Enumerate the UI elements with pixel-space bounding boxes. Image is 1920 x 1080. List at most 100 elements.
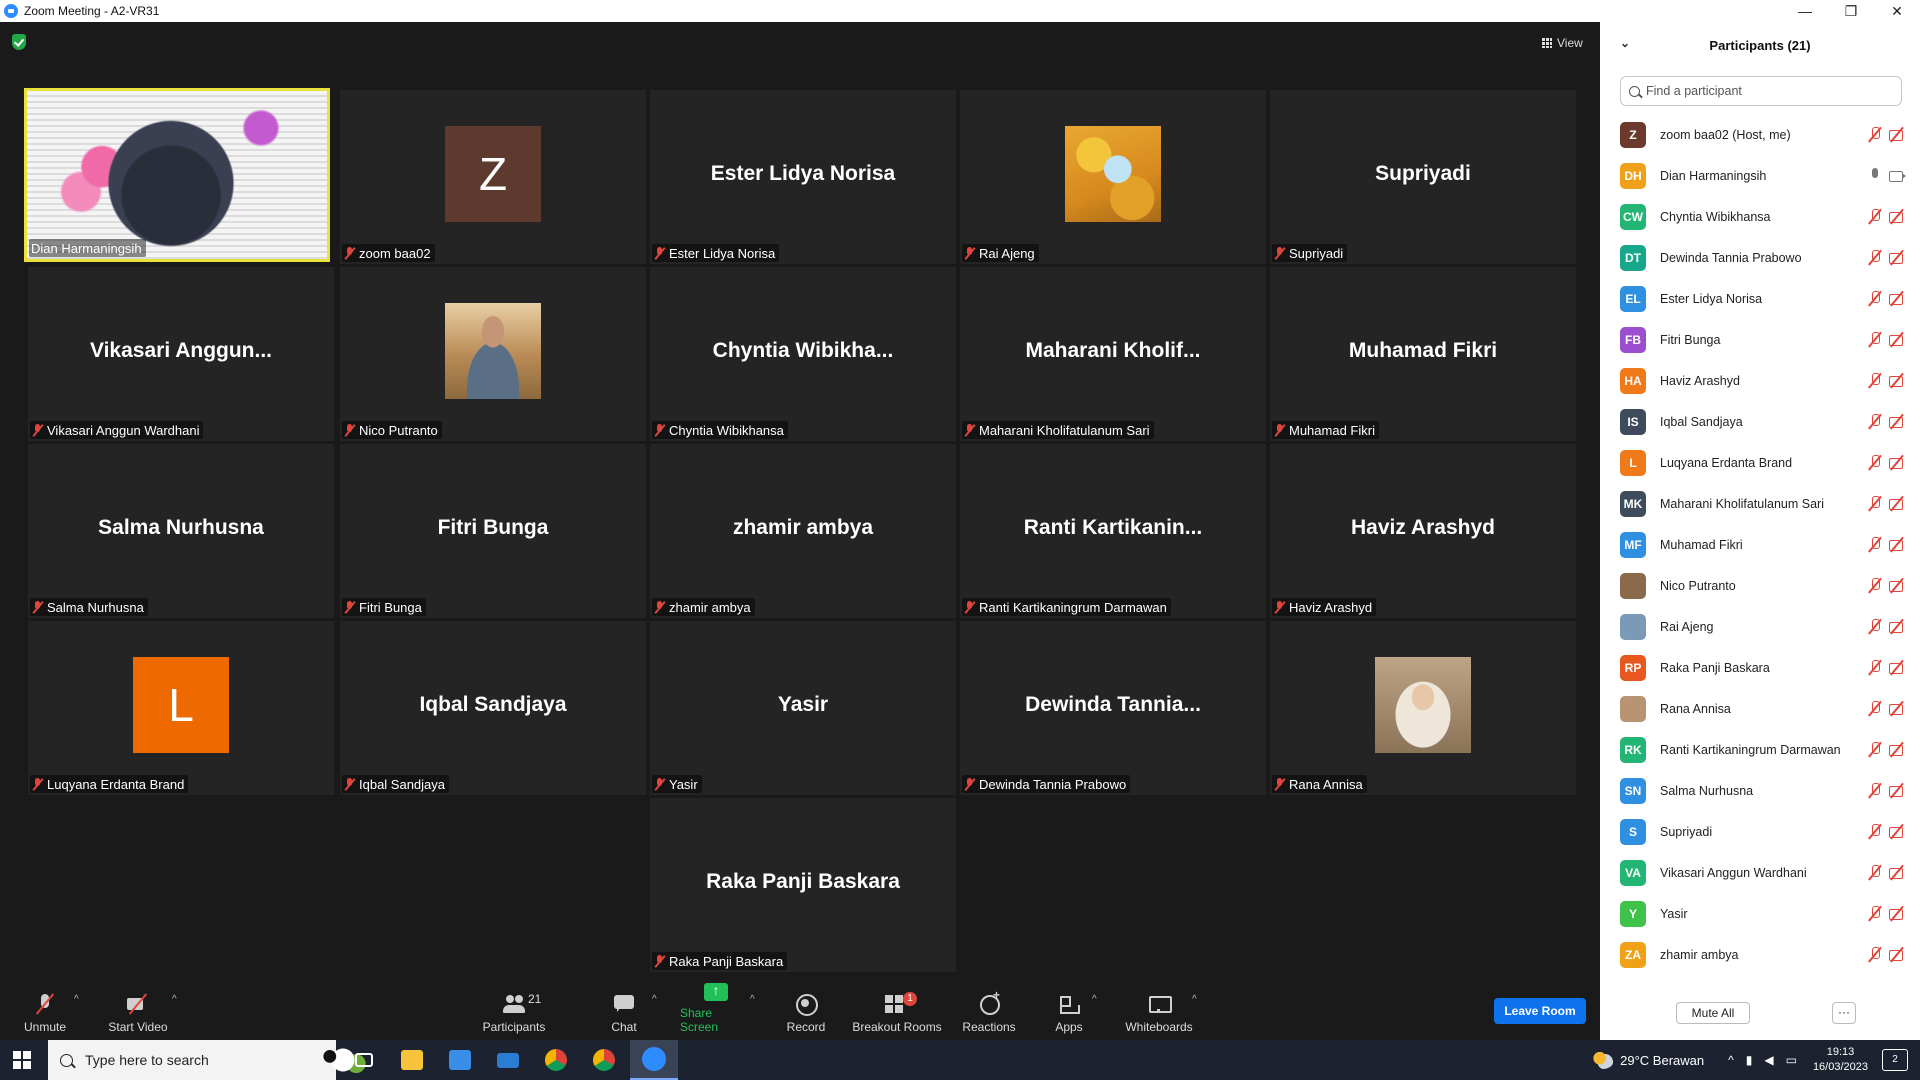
video-tile-luqyana[interactable]: L Luqyana Erdanta Brand — [28, 621, 334, 795]
video-off-icon[interactable] — [1888, 906, 1906, 921]
audio-options-caret[interactable]: ^ — [74, 994, 79, 1005]
video-off-icon[interactable] — [1888, 660, 1906, 675]
mic-muted-icon[interactable] — [1868, 824, 1882, 839]
participant-row[interactable]: RP Raka Panji Baskara — [1616, 647, 1912, 688]
video-off-icon[interactable] — [1888, 783, 1906, 798]
clock[interactable]: 19:13 16/03/2023 — [1813, 1045, 1868, 1075]
network-icon[interactable]: ▭ — [1786, 1053, 1797, 1067]
unmute-button[interactable]: Unmute — [20, 980, 70, 1040]
participant-row[interactable]: Nico Putranto — [1616, 565, 1912, 606]
mic-muted-icon[interactable] — [1868, 537, 1882, 552]
participant-row[interactable]: S Supriyadi — [1616, 811, 1912, 852]
video-tile-iqbal[interactable]: Iqbal Sandjaya Iqbal Sandjaya — [340, 621, 646, 795]
participant-row[interactable]: VA Vikasari Anggun Wardhani — [1616, 852, 1912, 893]
video-tile-rai[interactable]: Rai Ajeng — [960, 90, 1266, 264]
participant-row[interactable]: L Luqyana Erdanta Brand — [1616, 442, 1912, 483]
whiteboards-options-caret[interactable]: ^ — [1192, 994, 1197, 1005]
video-off-icon[interactable] — [1888, 947, 1906, 962]
leave-room-button[interactable]: Leave Room — [1494, 998, 1586, 1024]
video-tile-haviz[interactable]: Haviz Arashyd Haviz Arashyd — [1270, 444, 1576, 618]
video-tile-chyntia[interactable]: Chyntia Wibikha... Chyntia Wibikhansa — [650, 267, 956, 441]
video-off-icon[interactable] — [1888, 701, 1906, 716]
collapse-panel-icon[interactable]: ⌄ — [1620, 36, 1630, 50]
chrome-profile-button[interactable] — [580, 1040, 628, 1080]
start-video-button[interactable]: Start Video — [106, 980, 170, 1040]
video-tile-maharani[interactable]: Maharani Kholif... Maharani Kholifatulan… — [960, 267, 1266, 441]
video-tile-rana[interactable]: Rana Annisa — [1270, 621, 1576, 795]
video-tile-dian[interactable]: Dian Harmaningsih — [24, 88, 330, 262]
file-explorer-button[interactable] — [388, 1040, 436, 1080]
participant-search[interactable] — [1620, 76, 1902, 106]
view-button[interactable]: View — [1536, 32, 1592, 54]
restore-button[interactable]: ❐ — [1828, 0, 1874, 22]
participant-row[interactable]: EL Ester Lidya Norisa — [1616, 278, 1912, 319]
video-off-icon[interactable] — [1888, 127, 1906, 142]
video-off-icon[interactable] — [1888, 250, 1906, 265]
video-options-caret[interactable]: ^ — [172, 994, 177, 1005]
mic-muted-icon[interactable] — [1868, 414, 1882, 429]
mic-muted-icon[interactable] — [1868, 783, 1882, 798]
video-tile-salma[interactable]: Salma Nurhusna Salma Nurhusna — [28, 444, 334, 618]
mic-muted-icon[interactable] — [1868, 127, 1882, 142]
participant-row[interactable]: IS Iqbal Sandjaya — [1616, 401, 1912, 442]
speaker-icon[interactable]: ◀ — [1764, 1053, 1773, 1067]
apps-button[interactable]: Apps — [1054, 980, 1084, 1040]
zoom-taskbar-button[interactable] — [630, 1040, 678, 1080]
participant-row[interactable]: FB Fitri Bunga — [1616, 319, 1912, 360]
participant-row[interactable]: ZA zhamir ambya — [1616, 934, 1912, 975]
video-off-icon[interactable] — [1888, 578, 1906, 593]
video-tile-supriyadi[interactable]: Supriyadi Supriyadi — [1270, 90, 1576, 264]
mic-muted-icon[interactable] — [1868, 865, 1882, 880]
chat-button[interactable]: Chat — [606, 980, 642, 1040]
mic-muted-icon[interactable] — [1868, 209, 1882, 224]
mic-muted-icon[interactable] — [1868, 701, 1882, 716]
participant-row[interactable]: HA Haviz Arashyd — [1616, 360, 1912, 401]
participant-row[interactable]: CW Chyntia Wibikhansa — [1616, 196, 1912, 237]
video-tile-yasir[interactable]: Yasir Yasir — [650, 621, 956, 795]
mic-muted-icon[interactable] — [1868, 332, 1882, 347]
video-off-icon[interactable] — [1888, 824, 1906, 839]
participant-row[interactable]: DT Dewinda Tannia Prabowo — [1616, 237, 1912, 278]
video-tile-raka[interactable]: Raka Panji Baskara Raka Panji Baskara — [650, 798, 956, 972]
mute-all-button[interactable]: Mute All — [1676, 1002, 1750, 1024]
task-view-button[interactable] — [340, 1040, 388, 1080]
video-icon[interactable] — [1888, 168, 1906, 183]
video-tile-vikasari[interactable]: Vikasari Anggun... Vikasari Anggun Wardh… — [28, 267, 334, 441]
share-options-caret[interactable]: ^ — [750, 994, 755, 1005]
participant-row[interactable]: SN Salma Nurhusna — [1616, 770, 1912, 811]
mic-icon[interactable] — [1868, 168, 1882, 183]
microphone-icon[interactable]: ▮ — [1746, 1053, 1753, 1067]
record-button[interactable]: Record — [784, 980, 828, 1040]
minimize-button[interactable]: — — [1782, 0, 1828, 22]
video-off-icon[interactable] — [1888, 209, 1906, 224]
close-button[interactable]: ✕ — [1874, 0, 1920, 22]
breakout-rooms-button[interactable]: 1 Breakout Rooms — [852, 980, 942, 1040]
participant-row[interactable]: RK Ranti Kartikaningrum Darmawan — [1616, 729, 1912, 770]
video-off-icon[interactable] — [1888, 291, 1906, 306]
chrome-button[interactable] — [532, 1040, 580, 1080]
participant-search-input[interactable] — [1646, 84, 1886, 98]
video-tile-fitri[interactable]: Fitri Bunga Fitri Bunga — [340, 444, 646, 618]
video-off-icon[interactable] — [1888, 496, 1906, 511]
video-off-icon[interactable] — [1888, 373, 1906, 388]
whiteboards-button[interactable]: Whiteboards — [1124, 980, 1194, 1040]
video-tile-nico[interactable]: Nico Putranto — [340, 267, 646, 441]
weather-text[interactable]: 29°C Berawan — [1620, 1053, 1704, 1068]
encryption-shield-icon[interactable] — [12, 34, 26, 50]
mic-muted-icon[interactable] — [1868, 906, 1882, 921]
video-off-icon[interactable] — [1888, 414, 1906, 429]
video-tile-muhamad[interactable]: Muhamad Fikri Muhamad Fikri — [1270, 267, 1576, 441]
video-off-icon[interactable] — [1888, 619, 1906, 634]
mic-muted-icon[interactable] — [1868, 578, 1882, 593]
video-off-icon[interactable] — [1888, 865, 1906, 880]
participant-row[interactable]: Rana Annisa — [1616, 688, 1912, 729]
mic-muted-icon[interactable] — [1868, 455, 1882, 470]
participants-button[interactable]: Participants — [480, 980, 548, 1040]
video-off-icon[interactable] — [1888, 455, 1906, 470]
store-button[interactable] — [436, 1040, 484, 1080]
video-tile-ester[interactable]: Ester Lidya Norisa Ester Lidya Norisa — [650, 90, 956, 264]
mic-muted-icon[interactable] — [1868, 619, 1882, 634]
video-tile-dewinda[interactable]: Dewinda Tannia... Dewinda Tannia Prabowo — [960, 621, 1266, 795]
reactions-button[interactable]: Reactions — [962, 980, 1016, 1040]
chevron-up-icon[interactable]: ^ — [1728, 1053, 1734, 1067]
